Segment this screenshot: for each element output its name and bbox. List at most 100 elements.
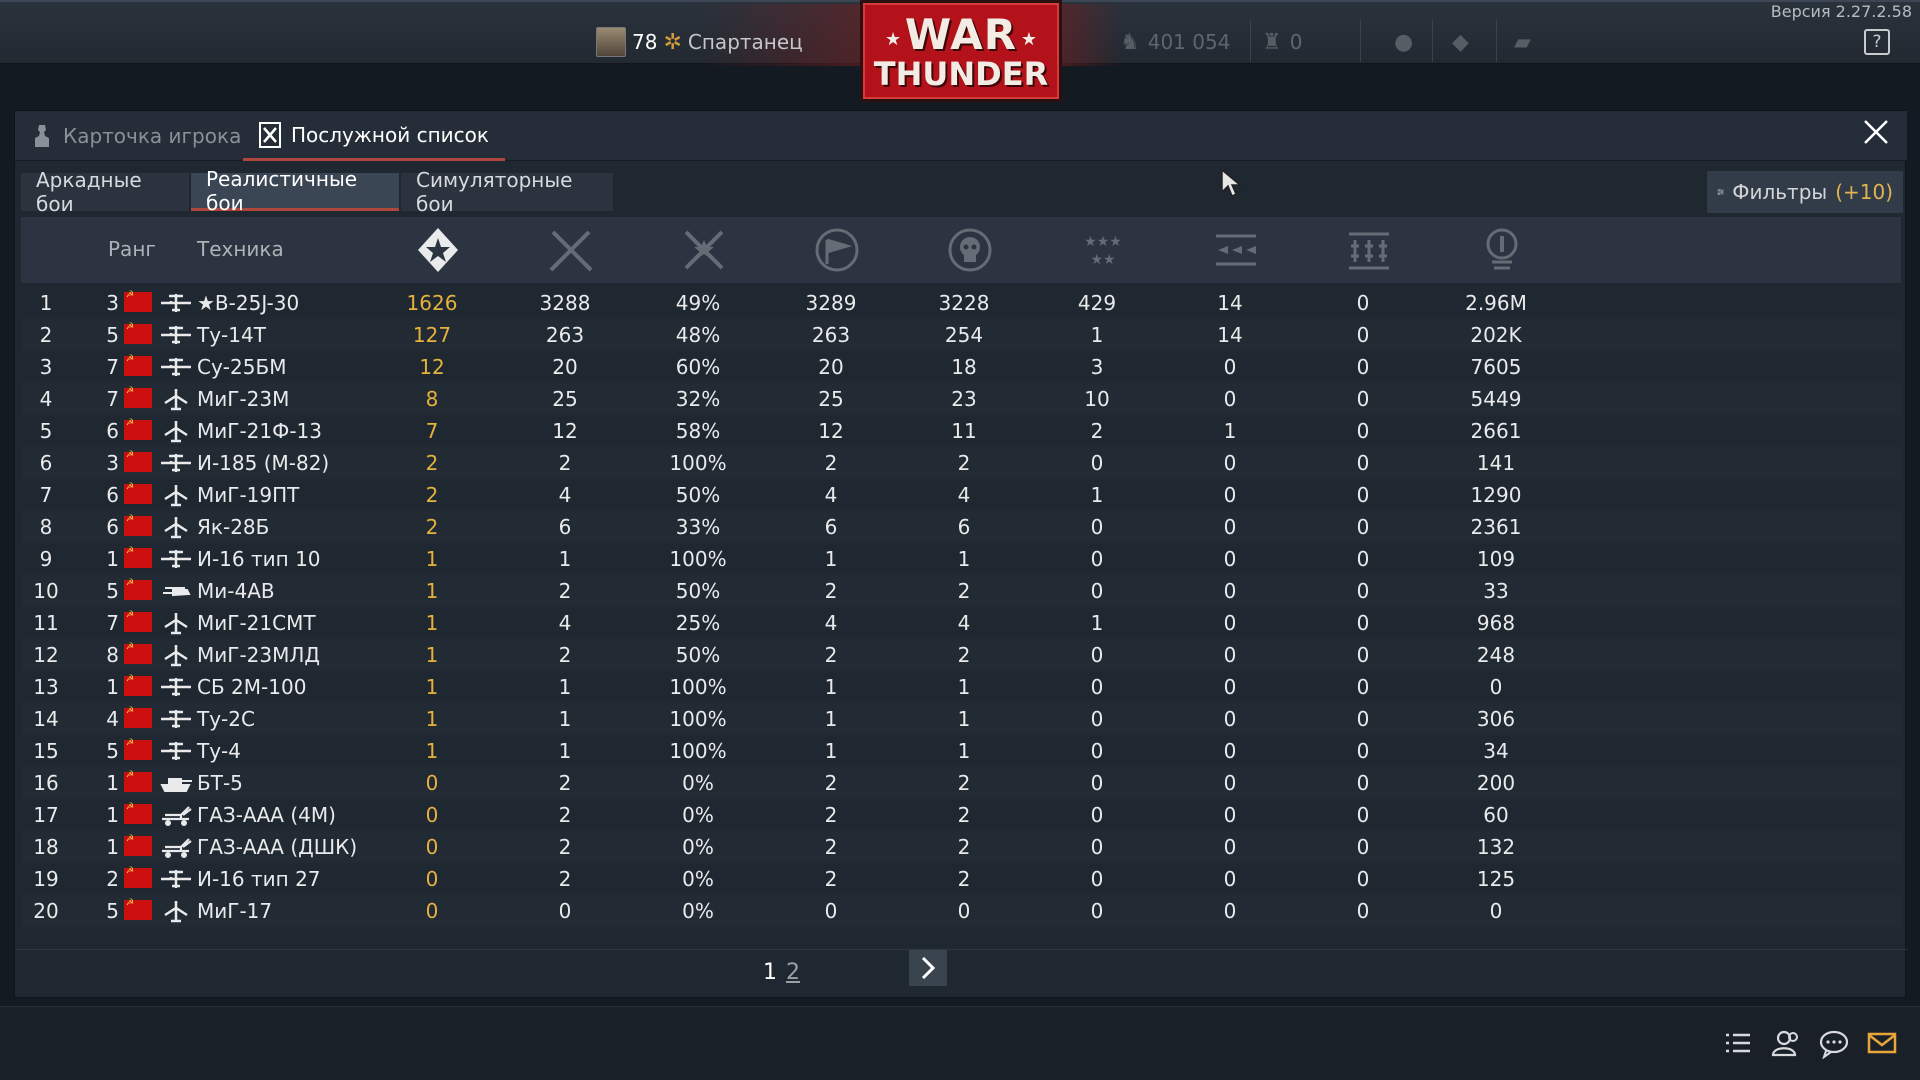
row-rank: 6 <box>106 483 119 507</box>
stat-battles: 2 <box>558 451 572 475</box>
table-row[interactable]: 20 5 МиГ-17 0 0 0% 0 0 0 0 0 0 <box>21 895 1901 927</box>
stat-pct: 33% <box>675 515 721 539</box>
stat-c8: 0 <box>1356 579 1370 603</box>
svg-text:★★★: ★★★ <box>1084 234 1122 250</box>
stat-score: 141 <box>1476 451 1516 475</box>
vehicle-name[interactable]: Ту-4 <box>197 738 241 764</box>
ticket-button[interactable]: ▰ <box>1514 26 1531 58</box>
table-row[interactable]: 14 4 Ту-2С 1 1 100% 1 1 0 0 0 306 <box>21 703 1901 735</box>
stat-pct: 0% <box>682 899 714 923</box>
stat-wins: 1626 <box>406 291 458 315</box>
stat-c7: 1 <box>1223 419 1237 443</box>
next-page-button[interactable] <box>909 950 947 986</box>
tab-player-card[interactable]: Карточка игрока <box>15 111 257 161</box>
stat-resp: 2 <box>824 835 838 859</box>
stat-c7: 0 <box>1223 451 1237 475</box>
table-row[interactable]: 2 5 Ту-14Т 127 263 48% 263 254 1 14 0 202K <box>21 319 1901 351</box>
vehicle-name[interactable]: МиГ-23МЛД <box>197 642 320 668</box>
golden-eagles[interactable]: ♜ 0 <box>1262 26 1302 58</box>
war-thunder-logo[interactable]: ★ ★ WAR THUNDER <box>860 0 1062 102</box>
logo-glow <box>1062 4 1122 66</box>
vehicle-name[interactable]: МиГ-21СМТ <box>197 610 316 636</box>
header-rank[interactable]: Ранг <box>108 237 156 261</box>
table-row[interactable]: 19 2 И-16 тип 27 0 2 0% 2 2 0 0 0 125 <box>21 863 1901 895</box>
close-button[interactable] <box>1859 119 1893 153</box>
research-button[interactable]: ● <box>1394 26 1413 58</box>
vehicle-name[interactable]: МиГ-19ПТ <box>197 482 299 508</box>
stat-score: 33 <box>1483 579 1509 603</box>
air-kills-icon[interactable] <box>1212 226 1260 274</box>
table-row[interactable]: 6 3 И-185 (М-82) 2 2 100% 2 2 0 0 0 141 <box>21 447 1901 479</box>
list-icon[interactable] <box>1722 1027 1754 1059</box>
tab-service-record[interactable]: Послужной список <box>243 111 505 161</box>
mode-tab-simulator[interactable]: Симуляторные бои <box>401 168 613 216</box>
vehicle-name[interactable]: СБ 2М-100 <box>197 674 306 700</box>
vehicle-name[interactable]: Як-28Б <box>197 514 269 540</box>
winrate-icon[interactable] <box>680 226 728 274</box>
page-link[interactable]: 2 <box>786 960 800 985</box>
mode-tab-realistic[interactable]: Реалистичные бои <box>191 167 399 215</box>
player-profile[interactable]: 78 ✲ Спартанец <box>596 26 803 58</box>
stat-c6: 0 <box>1090 899 1104 923</box>
mail-icon[interactable] <box>1866 1027 1898 1059</box>
mode-tab-arcade[interactable]: Аркадные бои <box>21 168 189 216</box>
vehicle-name[interactable]: МиГ-17 <box>197 898 272 924</box>
row-number: 1 <box>39 291 53 315</box>
vehicle-name[interactable]: Ту-2С <box>197 706 255 732</box>
vehicle-name[interactable]: Су-25БМ <box>197 354 286 380</box>
victories-star-icon[interactable] <box>414 226 462 274</box>
silver-lions[interactable]: ♞ 401 054 <box>1120 26 1230 58</box>
vehicle-name[interactable]: И-16 тип 27 <box>197 866 321 892</box>
soldier-icon <box>35 125 49 147</box>
vehicle-name[interactable]: ★B-25J-30 <box>197 290 299 316</box>
table-row[interactable]: 17 1 ГАЗ-ААА (4М) 0 2 0% 2 2 0 0 0 60 <box>21 799 1901 831</box>
vehicle-name[interactable]: ГАЗ-ААА (ДШК) <box>197 834 357 860</box>
ground-kills-icon[interactable] <box>1345 226 1393 274</box>
stat-c6: 0 <box>1090 547 1104 571</box>
deaths-skull-icon[interactable] <box>946 226 994 274</box>
table-row[interactable]: 128МиГ-23МЛД1250%22000248 <box>21 639 1901 671</box>
header-vehicle[interactable]: Техника <box>197 237 284 261</box>
stat-deaths: 4 <box>957 483 971 507</box>
vehicle-name[interactable]: МиГ-23М <box>197 386 289 412</box>
chat-icon[interactable] <box>1818 1027 1850 1059</box>
battles-swords-icon[interactable] <box>547 226 595 274</box>
score-icon[interactable] <box>1478 226 1526 274</box>
stat-c6: 0 <box>1090 515 1104 539</box>
stat-battles: 1 <box>558 547 572 571</box>
friends-icon[interactable] <box>1770 1027 1802 1059</box>
heli-icon <box>163 587 191 597</box>
star-icon: ★ <box>885 29 902 50</box>
table-row[interactable]: 10 5 Ми-4АВ 1 2 50% 2 2 0 0 0 33 <box>21 575 1901 607</box>
table-row[interactable]: 5 6 МиГ-21Ф-13 7 12 58% 12 11 2 1 0 2661 <box>21 415 1901 447</box>
squadron-button[interactable]: ◆ <box>1452 26 1469 58</box>
table-row[interactable]: 1 3 ★B-25J-30 1626 3288 49% 3289 3228 429 14 0 2.96… <box>21 287 1901 319</box>
avatar[interactable] <box>596 27 626 57</box>
table-row[interactable]: 13 1 СБ 2М-100 1 1 100% 1 1 0 0 0 0 <box>21 671 1901 703</box>
stat-resp: 12 <box>818 419 844 443</box>
table-row[interactable]: 8 6 Як-28Б 2 6 33% 6 6 0 0 0 2361 <box>21 511 1901 543</box>
vehicle-name[interactable]: И-185 (М-82) <box>197 450 329 476</box>
vehicle-name[interactable]: Ми-4АВ <box>197 578 275 604</box>
table-row[interactable]: 9 1 И-16 тип 10 1 1 100% 1 1 0 0 0 109 <box>21 543 1901 575</box>
vehicle-name[interactable]: ГАЗ-ААА (4М) <box>197 802 336 828</box>
table-row[interactable]: 18 1 ГАЗ-ААА (ДШК) 0 2 0% 2 2 0 0 0 132 <box>21 831 1901 863</box>
table-row[interactable]: 161БТ-5020%22000200 <box>21 767 1901 799</box>
vehicle-name[interactable]: И-16 тип 10 <box>197 546 321 572</box>
stat-wins: 0 <box>425 771 439 795</box>
ussr-flag-icon <box>124 450 152 472</box>
filters-button[interactable]: Фильтры (+10) <box>1707 171 1903 213</box>
stat-resp: 2 <box>824 803 838 827</box>
table-row[interactable]: 15 5 Ту-4 1 1 100% 1 1 0 0 0 34 <box>21 735 1901 767</box>
respawns-flag-icon[interactable] <box>813 226 861 274</box>
row-rank: 5 <box>106 899 119 923</box>
help-button[interactable]: ? <box>1864 29 1890 55</box>
vehicle-name[interactable]: МиГ-21Ф-13 <box>197 418 322 444</box>
table-row[interactable]: 4 7 МиГ-23М 8 25 32% 25 23 10 0 0 5449 <box>21 383 1901 415</box>
table-row[interactable]: 11 7 МиГ-21СМТ 1 4 25% 4 4 1 0 0 968 <box>21 607 1901 639</box>
vehicle-name[interactable]: Ту-14Т <box>197 322 266 348</box>
table-row[interactable]: 7 6 МиГ-19ПТ 2 4 50% 4 4 1 0 0 1290 <box>21 479 1901 511</box>
table-row[interactable]: 3 7 Су-25БМ 12 20 60% 20 18 3 0 0 7605 <box>21 351 1901 383</box>
medals-stars-icon[interactable]: ★★★ ★★ <box>1079 226 1127 274</box>
vehicle-name[interactable]: БТ-5 <box>197 770 243 796</box>
